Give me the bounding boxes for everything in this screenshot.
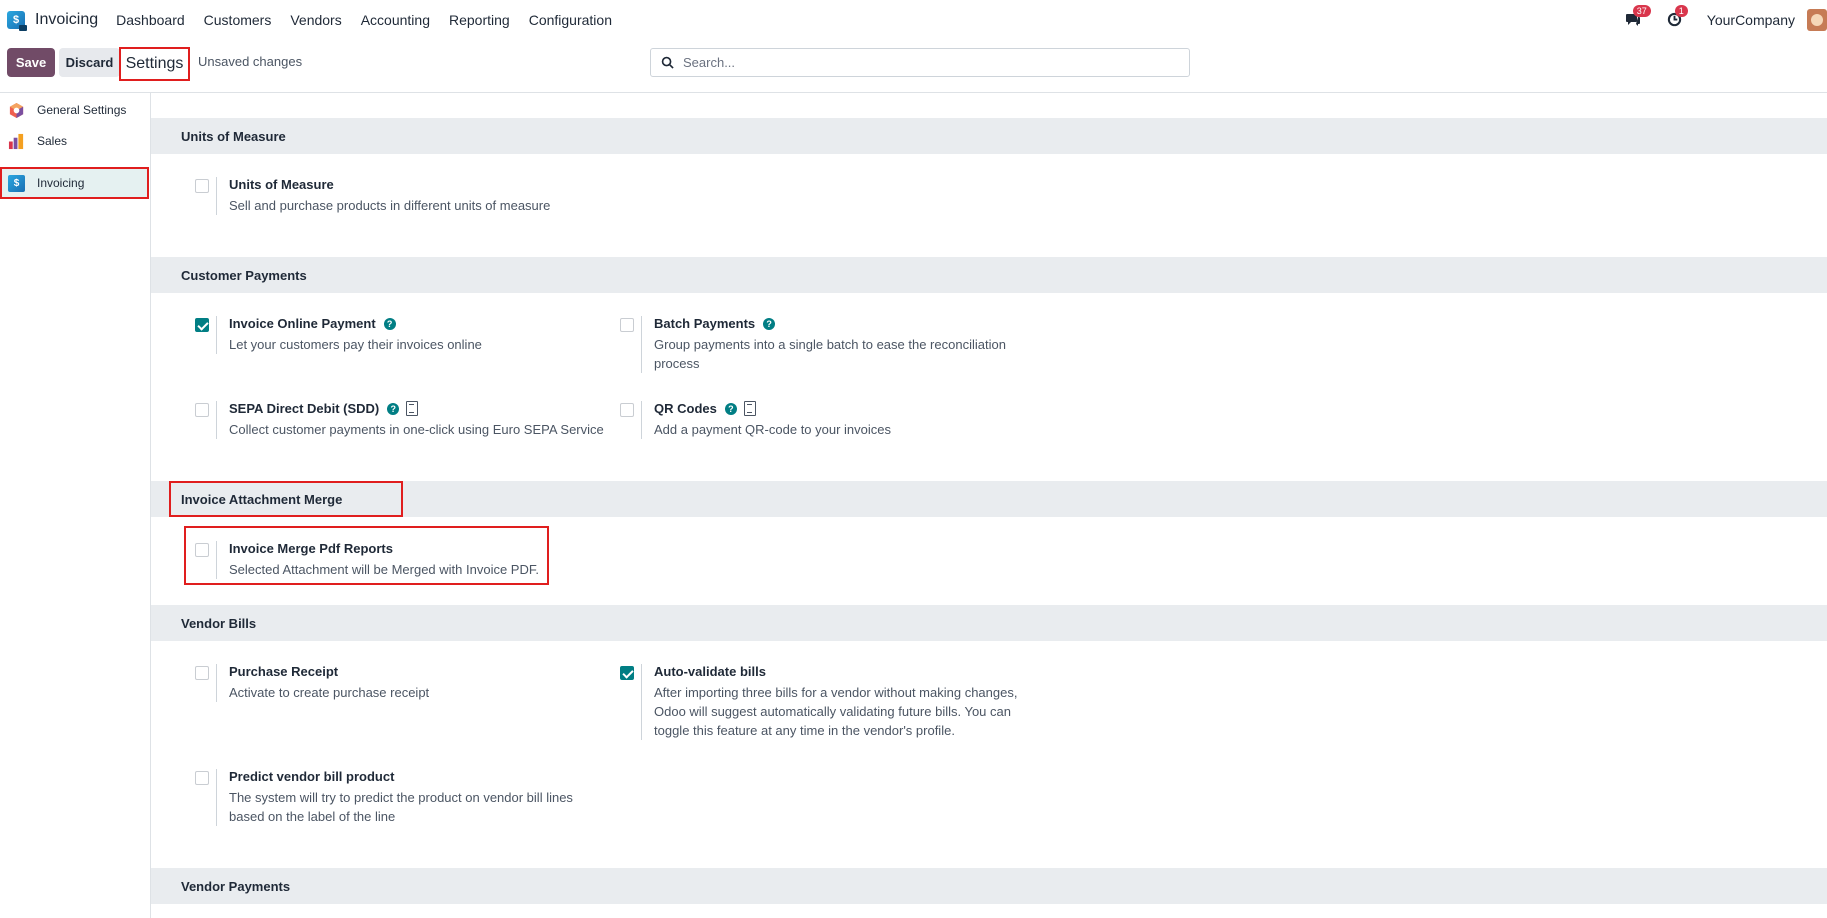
setting-description: Let your customers pay their invoices on…	[229, 337, 482, 352]
menu-accounting[interactable]: Accounting	[361, 12, 430, 28]
setting-description: Activate to create purchase receipt	[229, 685, 430, 700]
section-header-attachment-merge: Invoice Attachment Merge	[151, 481, 1827, 517]
setting-title: QR Codes?	[654, 401, 756, 416]
setting-title: Batch Payments?	[654, 316, 776, 331]
activities-badge: 1	[1674, 4, 1688, 17]
top-navbar: $ Invoicing Dashboard Customers Vendors …	[0, 0, 1827, 39]
divider	[641, 401, 642, 439]
sidebar-item-label: Invoicing	[37, 176, 85, 190]
save-button[interactable]: Save	[7, 48, 55, 77]
messages-badge: 37	[1632, 4, 1651, 17]
menu-vendors[interactable]: Vendors	[290, 12, 341, 28]
auto-validate-checkbox[interactable]	[620, 666, 634, 680]
enterprise-building-icon	[743, 401, 756, 416]
sidebar-item-label: Sales	[37, 134, 68, 148]
control-panel: Save Discard Settings Unsaved changes	[0, 39, 1827, 93]
company-switcher[interactable]: YourCompany	[1707, 12, 1795, 28]
page-title: Settings	[119, 47, 190, 81]
search-bar[interactable]	[650, 48, 1190, 77]
setting-description: Sell and purchase products in different …	[229, 198, 551, 213]
setting-description: Collect customer payments in one-click u…	[229, 422, 604, 437]
setting-title: Predict vendor bill product	[229, 769, 395, 784]
section-title: Customer Payments	[181, 268, 307, 283]
setting-title: Auto-validate bills	[654, 664, 766, 679]
section-title: Vendor Payments	[181, 879, 291, 894]
enterprise-building-icon	[406, 401, 419, 416]
sepa-checkbox[interactable]	[195, 403, 209, 417]
invoicing-app-icon[interactable]: $	[7, 10, 27, 31]
setting-description: The system will try to predict the produ…	[229, 790, 573, 824]
online-payment-checkbox[interactable]	[195, 318, 209, 332]
sales-chart-icon	[8, 133, 24, 149]
search-input[interactable]	[683, 55, 1163, 70]
menu-reporting[interactable]: Reporting	[449, 12, 510, 28]
menu-customers[interactable]: Customers	[204, 12, 272, 28]
section-title: Vendor Bills	[181, 616, 257, 631]
purchase-receipt-checkbox[interactable]	[195, 666, 209, 680]
settings-sidebar: General Settings Sales $ Invoicing	[0, 93, 151, 918]
divider	[216, 177, 217, 215]
qr-codes-checkbox[interactable]	[620, 403, 634, 417]
divider	[216, 316, 217, 354]
avatar[interactable]	[1807, 8, 1827, 31]
divider	[641, 316, 642, 373]
odoo-icon	[9, 102, 24, 118]
setting-title: Purchase Receipt	[229, 664, 339, 679]
setting-title: Invoice Online Payment?	[229, 316, 396, 331]
setting-description: Add a payment QR-code to your invoices	[654, 422, 892, 437]
invoicing-app-icon: $	[8, 174, 25, 192]
app-name[interactable]: Invoicing	[35, 11, 98, 29]
divider	[216, 401, 217, 439]
divider	[216, 664, 217, 702]
section-header-vendor-bills: Vendor Bills	[151, 605, 1827, 641]
setting-description: Group payments into a single batch to ea…	[654, 337, 1006, 371]
section-title: Invoice Attachment Merge	[181, 492, 343, 507]
setting-description: After importing three bills for a vendor…	[654, 685, 1018, 738]
sidebar-item-sales[interactable]: Sales	[0, 126, 150, 156]
activities-button[interactable]: 1	[1665, 4, 1688, 30]
settings-main: Units of Measure Units of Measure Sell a…	[151, 93, 1827, 918]
predict-product-checkbox[interactable]	[195, 771, 209, 785]
section-header-uom: Units of Measure	[151, 118, 1827, 154]
sidebar-item-general-settings[interactable]: General Settings	[0, 95, 150, 125]
highlight-box	[184, 526, 549, 585]
setting-title: SEPA Direct Debit (SDD)?	[229, 401, 419, 416]
divider	[641, 664, 642, 740]
help-icon[interactable]: ?	[387, 402, 400, 415]
divider	[216, 769, 217, 826]
search-icon	[661, 56, 674, 69]
help-icon[interactable]: ?	[724, 402, 737, 415]
help-icon[interactable]: ?	[383, 317, 396, 330]
unsaved-status: Unsaved changes	[198, 54, 303, 69]
section-title: Units of Measure	[181, 129, 286, 144]
section-header-customer-payments: Customer Payments	[151, 257, 1827, 293]
uom-checkbox[interactable]	[195, 179, 209, 193]
help-icon[interactable]: ?	[763, 317, 776, 330]
sidebar-item-invoicing[interactable]: $ Invoicing	[0, 167, 149, 199]
setting-title: Units of Measure	[229, 177, 334, 192]
sidebar-item-label: General Settings	[37, 103, 127, 117]
menu-dashboard[interactable]: Dashboard	[116, 12, 185, 28]
section-header-vendor-payments: Vendor Payments	[151, 868, 1827, 904]
menu-configuration[interactable]: Configuration	[529, 12, 612, 28]
discard-button[interactable]: Discard	[59, 48, 120, 77]
messages-button[interactable]: 37	[1623, 4, 1651, 30]
batch-payments-checkbox[interactable]	[620, 318, 634, 332]
